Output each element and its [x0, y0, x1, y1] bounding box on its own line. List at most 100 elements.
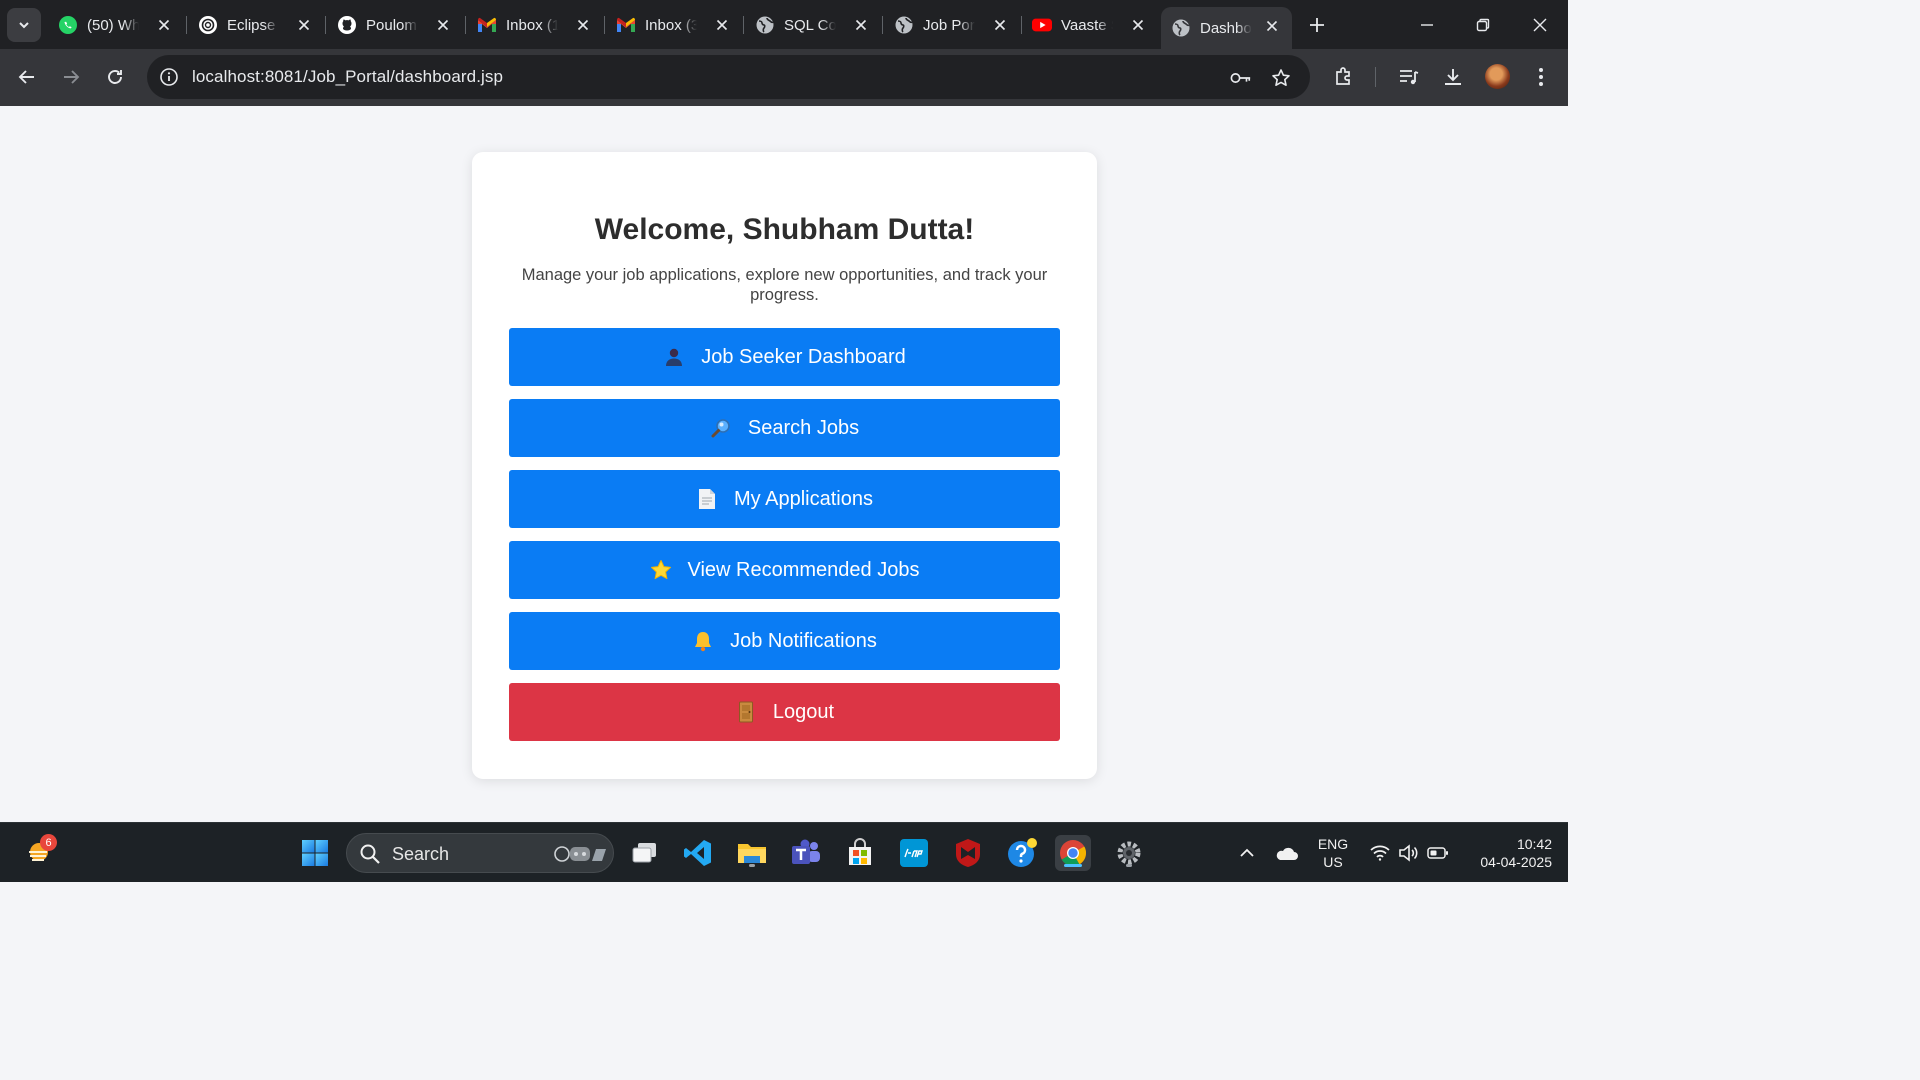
welcome-heading: Welcome, Shubham Dutta!	[594, 213, 975, 246]
tab-whatsapp[interactable]: (50) WhatsApp	[48, 6, 184, 44]
tab-title: Vaaste Song	[1061, 16, 1113, 34]
restore-button[interactable]	[1468, 10, 1498, 40]
close-window-button[interactable]	[1525, 10, 1555, 40]
bell-icon	[692, 630, 714, 652]
tab-github[interactable]: Poulomi	[327, 6, 463, 44]
file-explorer-icon[interactable]	[734, 835, 770, 871]
tab-sql-compiler[interactable]: SQL Compiler	[745, 6, 881, 44]
logout-button[interactable]: Logout	[509, 683, 1060, 741]
openai-icon	[198, 15, 218, 35]
tab-search-button[interactable]	[7, 8, 41, 42]
clock-date: 04-04-2025	[1480, 854, 1552, 870]
arrow-right-icon	[64, 70, 80, 84]
running-indicator	[749, 864, 755, 867]
task-view-icon[interactable]	[627, 835, 663, 871]
back-button[interactable]	[12, 62, 42, 92]
extensions-icon[interactable]	[1330, 63, 1358, 91]
close-icon[interactable]	[573, 15, 593, 35]
bookmark-star-icon[interactable]	[1270, 67, 1292, 89]
clock[interactable]: 10:42 04-04-2025	[1462, 835, 1552, 871]
microsoft-store-icon[interactable]	[842, 835, 878, 871]
forward-button[interactable]	[56, 62, 86, 92]
clock-time: 10:42	[1516, 836, 1552, 852]
more-menu-icon[interactable]	[1527, 63, 1555, 91]
address-bar[interactable]: localhost:8081/Job_Portal/dashboard.jsp	[147, 55, 1310, 99]
chrome-icon[interactable]	[1055, 835, 1091, 871]
url-text[interactable]: localhost:8081/Job_Portal/dashboard.jsp	[192, 67, 503, 87]
keyboard-region: US	[1323, 854, 1343, 870]
tab-dashboard[interactable]: Dashboard	[1161, 7, 1292, 49]
tab-eclipse[interactable]: Eclipse SQL	[188, 6, 324, 44]
job-notifications-button[interactable]: Job Notifications	[509, 612, 1060, 670]
tab-separator	[325, 16, 326, 34]
button-label: Search Jobs	[747, 416, 860, 439]
close-icon	[1533, 18, 1547, 32]
myhp-icon[interactable]	[896, 835, 932, 871]
restore-icon	[1476, 18, 1490, 32]
minimize-icon	[1421, 24, 1433, 26]
onedrive-cloud-icon[interactable]	[1268, 835, 1304, 871]
close-icon[interactable]	[294, 15, 314, 35]
tab-job-portal[interactable]: Job Portal	[884, 6, 1020, 44]
button-label: Job Notifications	[730, 629, 877, 652]
language-code: ENG	[1317, 836, 1349, 852]
page-viewport: Welcome, Shubham Dutta! Manage your job …	[0, 106, 1568, 822]
password-key-icon[interactable]	[1230, 67, 1252, 89]
tab-gmail-1[interactable]: Inbox (1)	[467, 6, 603, 44]
job-seeker-dashboard-button[interactable]: Job Seeker Dashboard	[509, 328, 1060, 386]
download-icon[interactable]	[1439, 63, 1467, 91]
person-icon	[663, 346, 685, 368]
tab-title: Job Portal	[923, 16, 975, 34]
close-icon[interactable]	[851, 15, 871, 35]
new-tab-button[interactable]	[1303, 11, 1331, 39]
tab-title: Dashboard	[1200, 19, 1252, 37]
vscode-icon[interactable]	[680, 835, 716, 871]
button-label: Logout	[772, 700, 835, 723]
tab-youtube[interactable]: Vaaste Song	[1022, 6, 1158, 44]
arrow-left-icon	[18, 70, 34, 84]
running-indicator	[1126, 864, 1132, 867]
info-icon[interactable]	[159, 67, 179, 87]
tab-title: Inbox (3)	[645, 16, 697, 34]
taskbar-search-box[interactable]: Search	[346, 833, 614, 873]
toolbar-divider	[1375, 67, 1376, 87]
battery-icon[interactable]	[1420, 835, 1456, 871]
close-icon[interactable]	[1262, 16, 1282, 36]
dashboard-card: Welcome, Shubham Dutta! Manage your job …	[472, 152, 1097, 779]
chevron-down-icon	[19, 22, 29, 29]
tab-separator	[743, 16, 744, 34]
close-icon[interactable]	[712, 15, 732, 35]
close-icon[interactable]	[154, 15, 174, 35]
reload-icon	[108, 70, 122, 84]
get-help-icon[interactable]	[1004, 835, 1040, 871]
view-recommended-jobs-button[interactable]: View Recommended Jobs	[509, 541, 1060, 599]
close-icon[interactable]	[433, 15, 453, 35]
magnifier-icon	[710, 417, 732, 439]
show-hidden-icons-chevron-icon[interactable]	[1229, 835, 1265, 871]
settings-gear-icon[interactable]	[1111, 835, 1147, 871]
tab-strip: (50) WhatsApp Eclipse SQL Poulomi Inbox …	[0, 0, 1568, 49]
teams-icon[interactable]	[788, 835, 824, 871]
tab-separator	[186, 16, 187, 34]
button-label: View Recommended Jobs	[687, 558, 920, 581]
close-icon[interactable]	[1128, 15, 1148, 35]
plus-icon	[1310, 18, 1324, 32]
tab-title: Eclipse SQL	[227, 16, 279, 34]
search-jobs-button[interactable]: Search Jobs	[509, 399, 1060, 457]
minimize-button[interactable]	[1412, 10, 1442, 40]
welcome-subtitle: Manage your job applications, explore ne…	[521, 266, 1048, 304]
media-control-icon[interactable]	[1395, 63, 1423, 91]
my-applications-button[interactable]: My Applications	[509, 470, 1060, 528]
gmail-icon	[616, 15, 636, 35]
reload-button[interactable]	[100, 62, 130, 92]
tab-title: SQL Compiler	[784, 16, 836, 34]
language-indicator[interactable]: ENG US	[1312, 835, 1354, 871]
windows-start-icon[interactable]	[297, 835, 333, 871]
tab-separator	[465, 16, 466, 34]
tab-title: Poulomi	[366, 16, 418, 34]
close-icon[interactable]	[990, 15, 1010, 35]
mcafee-icon[interactable]	[950, 835, 986, 871]
tab-gmail-2[interactable]: Inbox (3)	[606, 6, 742, 44]
star-icon	[650, 559, 672, 581]
profile-avatar[interactable]	[1485, 64, 1510, 89]
